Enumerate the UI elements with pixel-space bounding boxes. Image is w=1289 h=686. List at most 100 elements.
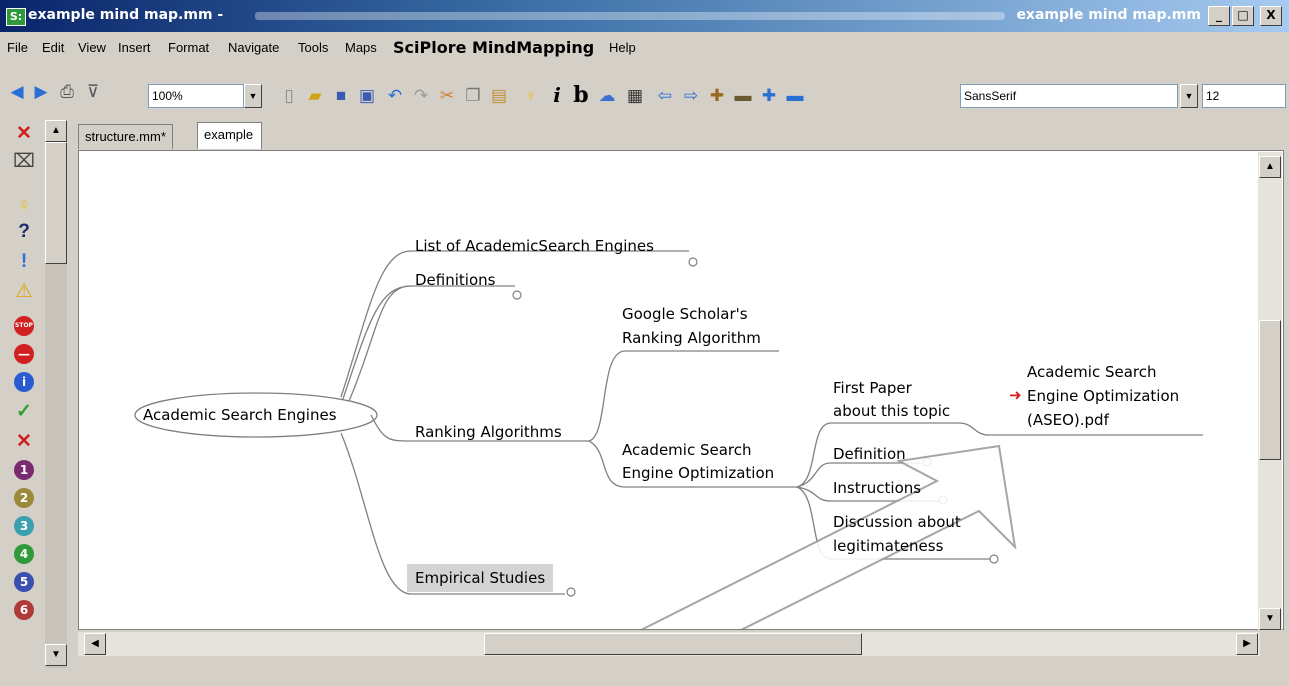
menu-navigate[interactable]: Navigate <box>228 40 279 55</box>
node-google-2[interactable]: Ranking Algorithm <box>622 327 761 349</box>
left-arrow-icon[interactable]: ⇦ <box>654 84 676 106</box>
menu-file[interactable]: File <box>7 40 28 55</box>
open-icon[interactable]: ▰ <box>304 84 326 106</box>
cut-icon[interactable]: ✂ <box>436 84 458 106</box>
menu-format[interactable]: Format <box>168 40 209 55</box>
node-first-paper-2[interactable]: about this topic <box>833 400 950 422</box>
title-bar: S: example mind map.mm - example mind ma… <box>0 0 1289 32</box>
paste-icon[interactable]: ▤ <box>488 84 510 106</box>
node-instructions[interactable]: Instructions <box>833 477 921 499</box>
stop-icon[interactable]: STOP <box>14 316 34 336</box>
question-icon[interactable]: ? <box>12 220 36 244</box>
priority-2-icon[interactable]: 2 <box>14 488 34 508</box>
add-node-icon[interactable]: ✚ <box>706 84 728 106</box>
check-icon[interactable]: ✓ <box>12 400 36 424</box>
minimize-button[interactable]: _ <box>1208 6 1230 26</box>
idea-icon[interactable]: ♀ <box>520 84 542 106</box>
note-icon[interactable]: ☁ <box>596 84 618 106</box>
priority-4-icon[interactable]: 4 <box>14 544 34 564</box>
font-dropdown-button[interactable]: ▼ <box>1180 84 1198 108</box>
filter-icon[interactable]: ⊽ <box>82 80 104 102</box>
node-pdf-2[interactable]: Engine Optimization <box>1027 385 1179 407</box>
menu-insert[interactable]: Insert <box>118 40 151 55</box>
remove-node-icon[interactable]: ▬ <box>732 84 754 106</box>
node-google-1[interactable]: Google Scholar's <box>622 303 748 325</box>
priority-6-icon[interactable]: 6 <box>14 600 34 620</box>
node-pdf-1[interactable]: Academic Search <box>1027 361 1157 383</box>
save-as-icon[interactable]: ▣ <box>356 84 378 106</box>
close-button[interactable]: X <box>1260 6 1282 26</box>
horizontal-scrollbar[interactable]: ◀ ▶ <box>78 632 1260 656</box>
maximize-button[interactable]: □ <box>1232 6 1254 26</box>
scroll-down-icon[interactable]: ▼ <box>1259 608 1281 630</box>
bold-button[interactable]: b <box>570 82 592 108</box>
save-icon[interactable]: ■ <box>330 84 352 106</box>
menu-view[interactable]: View <box>78 40 106 55</box>
horizontal-scroll-thumb[interactable] <box>484 633 862 655</box>
remove-last-icon[interactable]: ✕ <box>12 122 36 146</box>
scroll-thumb[interactable] <box>45 142 67 264</box>
cross-icon[interactable]: ✕ <box>12 430 36 454</box>
scroll-right-icon[interactable]: ▶ <box>1236 633 1258 655</box>
scroll-left-icon[interactable]: ◀ <box>84 633 106 655</box>
warning-icon[interactable]: ⚠ <box>12 280 36 304</box>
arrow-link-icon: ➜ <box>1009 386 1022 404</box>
scroll-up-icon[interactable]: ▲ <box>45 120 67 142</box>
collapse-icon[interactable]: ▬ <box>784 84 806 106</box>
font-family-select[interactable]: SansSerif <box>960 84 1178 108</box>
window-title-filename: example mind map.mm <box>1016 7 1201 23</box>
expand-icon[interactable]: ✚ <box>758 84 780 106</box>
priority-5-icon[interactable]: 5 <box>14 572 34 592</box>
priority-3-icon[interactable]: 3 <box>14 516 34 536</box>
node-aseo-2[interactable]: Engine Optimization <box>622 462 774 484</box>
mindmap-canvas[interactable]: Academic Search Engines List of Academic… <box>78 150 1284 630</box>
italic-button[interactable]: i <box>546 83 568 107</box>
zoom-dropdown-button[interactable]: ▼ <box>244 84 262 108</box>
copy-icon[interactable]: ❐ <box>462 84 484 106</box>
node-list-engines[interactable]: List of AcademicSearch Engines <box>415 235 654 257</box>
app-icon: S: <box>6 8 26 26</box>
new-icon[interactable]: ▯ <box>278 84 300 106</box>
priority-1-icon[interactable]: 1 <box>14 460 34 480</box>
tab-example-mind-map[interactable]: example mind map.mm <box>197 122 262 190</box>
no-entry-icon[interactable]: — <box>14 344 34 364</box>
menu-edit[interactable]: Edit <box>42 40 64 55</box>
vertical-scroll-thumb[interactable] <box>1259 320 1281 460</box>
back-icon[interactable]: ◀ <box>6 80 28 102</box>
menu-help[interactable]: Help <box>609 40 636 55</box>
trash-icon[interactable]: ⌧ <box>12 150 36 174</box>
info-icon[interactable]: i <box>14 372 34 392</box>
node-ranking[interactable]: Ranking Algorithms <box>415 421 562 443</box>
icon-toolbar: ✕ ⌧ ♀ ? ! ⚠ STOP — i ✓ ✕ 1 2 3 4 5 6 <box>8 118 44 666</box>
undo-icon[interactable]: ↶ <box>384 84 406 106</box>
node-root[interactable]: Academic Search Engines <box>143 404 337 426</box>
font-size-input[interactable]: 12 <box>1202 84 1286 108</box>
right-arrow-icon[interactable]: ⇨ <box>680 84 702 106</box>
node-aseo-1[interactable]: Academic Search <box>622 439 752 461</box>
node-first-paper-1[interactable]: First Paper <box>833 377 912 399</box>
icon-bar-scrollbar[interactable]: ▲ ▼ <box>45 120 67 668</box>
node-discussion-1[interactable]: Discussion about <box>833 511 961 533</box>
menu-sciplore[interactable]: SciPlore MindMapping <box>393 38 594 57</box>
zoom-select[interactable]: 100% <box>148 84 244 108</box>
redo-icon[interactable]: ↷ <box>410 84 432 106</box>
menu-tools[interactable]: Tools <box>298 40 328 55</box>
node-definitions[interactable]: Definitions <box>415 269 495 291</box>
menu-bar: File Edit View Insert Format Navigate To… <box>0 32 1289 62</box>
forward-icon[interactable]: ▶ <box>30 80 52 102</box>
node-discussion-2[interactable]: legitimateness <box>833 535 943 557</box>
vertical-scrollbar[interactable]: ▲ ▼ <box>1258 152 1282 630</box>
print-icon[interactable]: ⎙ <box>56 80 78 102</box>
tab-structure[interactable]: structure.mm* <box>78 124 173 149</box>
scroll-down-icon[interactable]: ▼ <box>45 644 67 666</box>
node-definition[interactable]: Definition <box>833 443 906 465</box>
scroll-up-icon[interactable]: ▲ <box>1259 156 1281 178</box>
node-empirical[interactable]: Empirical Studies <box>407 564 554 592</box>
exclamation-icon[interactable]: ! <box>12 250 36 274</box>
idea-icon[interactable]: ♀ <box>12 194 36 218</box>
edge-definitions <box>342 285 515 400</box>
node-pdf-3[interactable]: (ASEO).pdf <box>1027 409 1109 431</box>
blurred-path <box>255 12 1005 20</box>
calendar-icon[interactable]: ▦ <box>624 84 646 106</box>
menu-maps[interactable]: Maps <box>345 40 377 55</box>
